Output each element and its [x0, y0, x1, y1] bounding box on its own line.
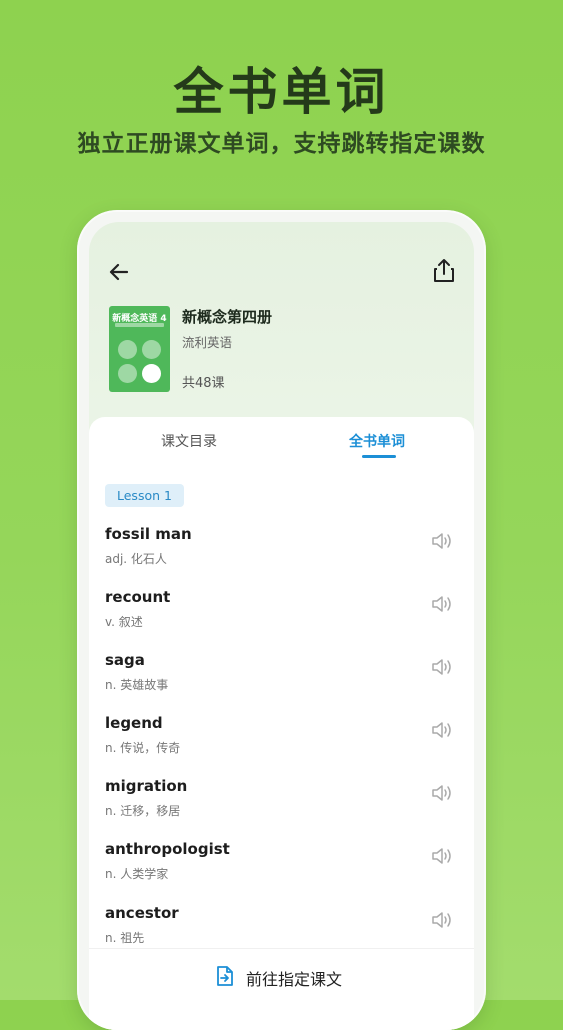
cover-dot — [142, 340, 161, 359]
book-cover[interactable]: 新概念英语 4 — [109, 306, 170, 392]
app-screen: 新概念英语 4 新概念第四册 流利英语 共48课 课文目录 全书单词 Lesso… — [89, 222, 474, 1030]
word-text: legend — [105, 714, 163, 732]
speaker-icon[interactable] — [430, 593, 454, 615]
word-text: ancestor — [105, 904, 179, 922]
phone-frame: 新概念英语 4 新概念第四册 流利英语 共48课 课文目录 全书单词 Lesso… — [77, 210, 486, 1030]
word-row[interactable]: saga n. 英雄故事 — [105, 651, 458, 707]
word-meaning: n. 英雄故事 — [105, 678, 169, 692]
word-meaning: adj. 化石人 — [105, 552, 167, 566]
goto-lesson-label: 前往指定课文 — [246, 970, 343, 989]
headline: 全书单词 — [173, 63, 390, 121]
goto-lesson-icon — [215, 965, 235, 987]
back-arrow-icon[interactable] — [105, 258, 133, 286]
cover-dot — [142, 364, 161, 383]
word-meaning: n. 人类学家 — [105, 867, 169, 881]
word-row[interactable]: migration n. 迁移，移居 — [105, 777, 458, 833]
word-row[interactable]: fossil man adj. 化石人 — [105, 525, 458, 581]
book-subtitle: 流利英语 — [182, 335, 233, 350]
word-text: recount — [105, 588, 171, 606]
word-text: fossil man — [105, 525, 192, 543]
word-row[interactable]: legend n. 传说，传奇 — [105, 714, 458, 770]
active-tab-indicator — [362, 455, 396, 458]
word-row[interactable]: recount v. 叙述 — [105, 588, 458, 644]
lesson-badge: Lesson 1 — [105, 484, 184, 507]
cover-subtitle-strip — [115, 323, 164, 327]
lesson-count: 共48课 — [182, 376, 225, 391]
cover-dot — [118, 340, 137, 359]
word-text: saga — [105, 651, 145, 669]
word-text: anthropologist — [105, 840, 230, 858]
speaker-icon[interactable] — [430, 530, 454, 552]
word-meaning: n. 传说，传奇 — [105, 741, 181, 755]
word-text: migration — [105, 777, 188, 795]
speaker-icon[interactable] — [430, 656, 454, 678]
content-panel: 课文目录 全书单词 Lesson 1 fossil man adj. 化石人 r… — [89, 417, 474, 1030]
subheadline: 独立正册课文单词，支持跳转指定课数 — [77, 131, 486, 157]
word-row[interactable]: anthropologist n. 人类学家 — [105, 840, 458, 896]
speaker-icon[interactable] — [430, 909, 454, 931]
speaker-icon[interactable] — [430, 719, 454, 741]
word-meaning: v. 叙述 — [105, 615, 143, 629]
book-title: 新概念第四册 — [182, 308, 273, 326]
share-icon[interactable] — [430, 257, 458, 285]
speaker-icon[interactable] — [430, 845, 454, 867]
speaker-icon[interactable] — [430, 782, 454, 804]
word-meaning: n. 迁移，移居 — [105, 804, 181, 818]
tab-lesson-catalog[interactable]: 课文目录 — [89, 431, 289, 451]
tab-all-words[interactable]: 全书单词 — [277, 431, 474, 451]
cover-dot — [118, 364, 137, 383]
word-meaning: n. 祖先 — [105, 931, 145, 945]
goto-lesson-button[interactable]: 前往指定课文 — [89, 948, 474, 1019]
